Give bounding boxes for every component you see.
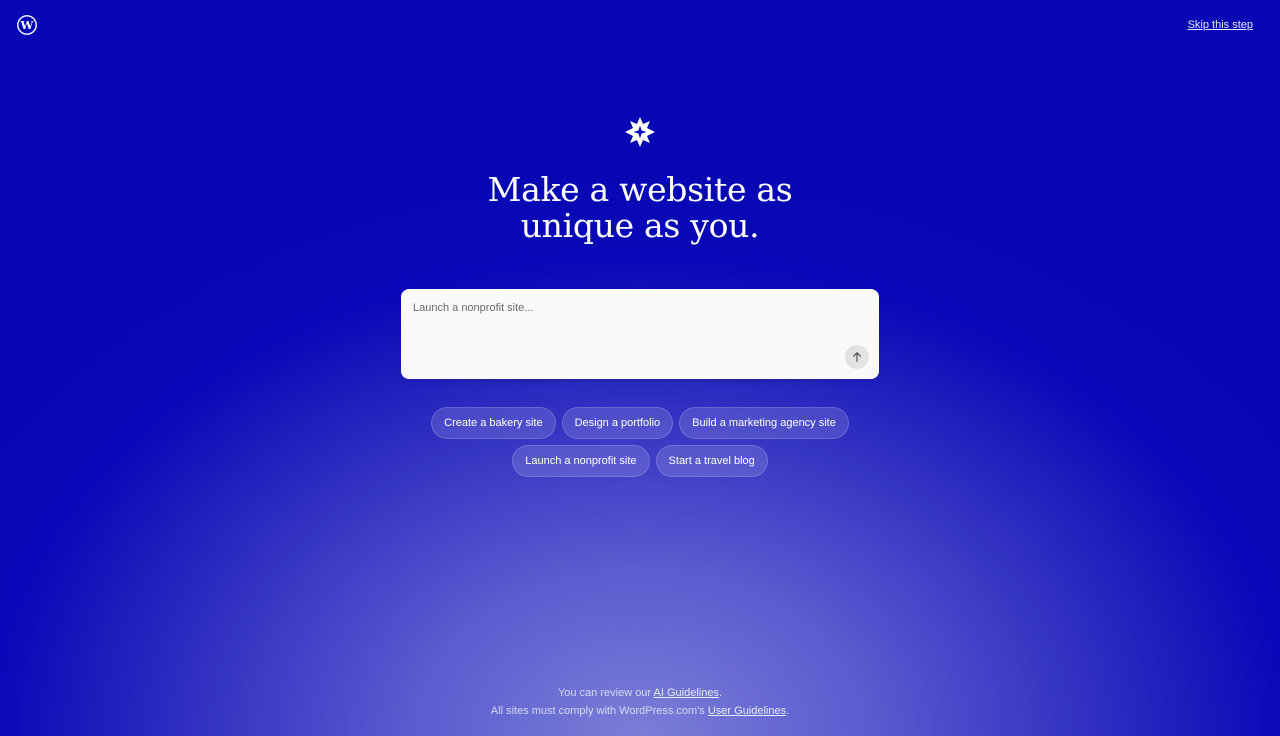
page-title: Make a website as unique as you. [0, 172, 1280, 244]
footer-line-2-suffix: . [786, 705, 790, 717]
footer-line-1: You can review our AI Guidelines. [0, 684, 1280, 702]
user-guidelines-link[interactable]: User Guidelines [708, 705, 786, 717]
suggestion-chip-travel-blog[interactable]: Start a travel blog [655, 445, 768, 477]
footer: You can review our AI Guidelines. All si… [0, 684, 1280, 720]
headline-line-2: unique as you. [520, 206, 760, 245]
suggestion-chip-portfolio[interactable]: Design a portfolio [561, 407, 674, 439]
footer-line-1-suffix: . [718, 687, 723, 699]
svg-text:W: W [20, 18, 35, 32]
sparkle-star-icon [624, 116, 656, 148]
wordpress-logo-icon[interactable]: W [17, 15, 37, 35]
footer-line-2: All sites must comply with WordPress.com… [0, 702, 1280, 720]
arrow-up-icon [851, 351, 863, 363]
footer-line-1-text: You can review our [557, 687, 654, 699]
headline-line-1: Make a website as [487, 170, 793, 209]
suggestion-chip-bakery[interactable]: Create a bakery site [431, 407, 556, 439]
suggestion-chip-marketing-agency[interactable]: Build a marketing agency site [679, 407, 849, 439]
footer-line-2-text: All sites must comply with WordPress.com… [490, 705, 708, 717]
skip-this-step-link[interactable]: Skip this step [1188, 19, 1253, 31]
suggestion-chip-nonprofit[interactable]: Launch a nonprofit site [512, 445, 650, 477]
prompt-box [401, 289, 879, 379]
prompt-input[interactable] [401, 289, 879, 379]
suggestion-row-2: Launch a nonprofit site Start a travel b… [512, 445, 768, 477]
ai-guidelines-link[interactable]: AI Guidelines [654, 687, 719, 699]
send-button[interactable] [845, 345, 869, 369]
suggestion-chips: Create a bakery site Design a portfolio … [0, 407, 1280, 477]
suggestion-row-1: Create a bakery site Design a portfolio … [431, 407, 849, 439]
